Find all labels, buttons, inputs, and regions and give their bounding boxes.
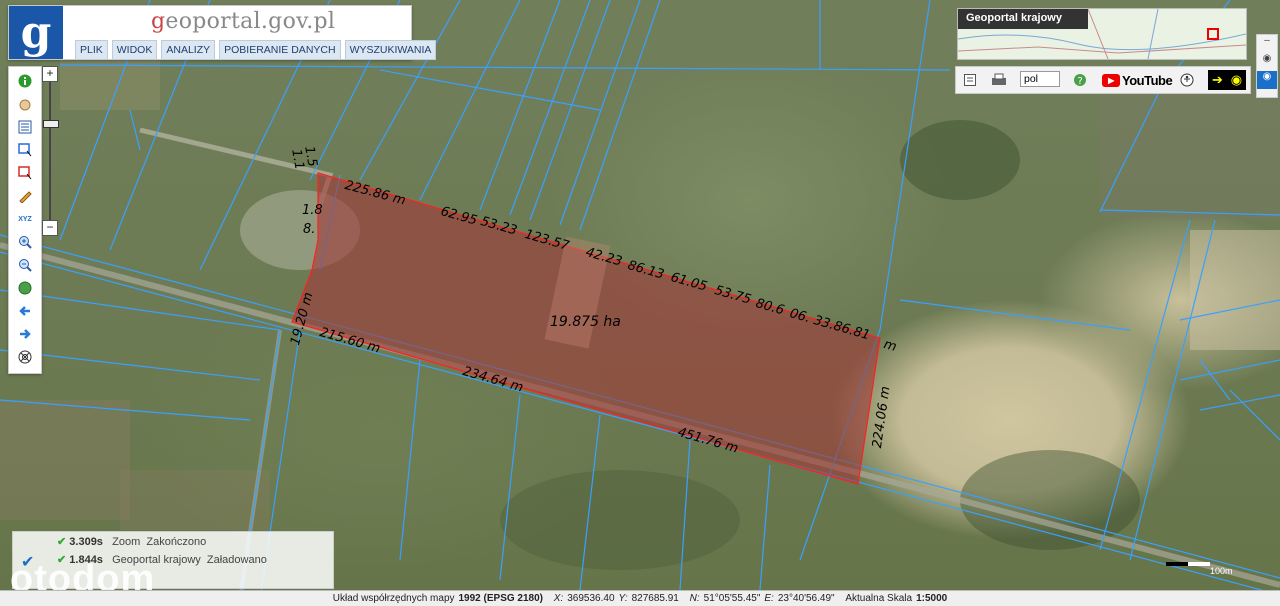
- zoom-minus-button[interactable]: −: [42, 220, 58, 236]
- parcel-area-label: 19.875 ha: [550, 314, 621, 330]
- overview-minimap[interactable]: Geoportal krajowy: [957, 8, 1247, 60]
- crs-prefix: Układ współrzędnych mapy: [332, 593, 455, 604]
- layers-list-icon[interactable]: [16, 118, 34, 136]
- scale-value: 1:5000: [916, 593, 948, 604]
- pencil-icon[interactable]: [16, 187, 34, 205]
- pan-hand-icon[interactable]: [16, 95, 34, 113]
- zoom-out-icon[interactable]: [16, 256, 34, 274]
- print-icon[interactable]: [990, 71, 1008, 89]
- zoom-knob[interactable]: [43, 120, 59, 128]
- minimap-title: Geoportal krajowy: [958, 9, 1088, 29]
- view-eye-icon[interactable]: ◉: [1257, 53, 1277, 71]
- longitude: 23°40'56.49": [777, 593, 835, 604]
- select-area-icon[interactable]: [16, 141, 34, 159]
- zoom-in-icon[interactable]: [16, 233, 34, 251]
- site-title[interactable]: geoportal.gov.pl: [151, 9, 335, 34]
- zoom-plus-button[interactable]: +: [42, 66, 58, 82]
- xyz-coordinates-icon[interactable]: XYZ: [16, 210, 34, 228]
- youtube-play-icon: ▶: [1102, 73, 1120, 87]
- menu-plik[interactable]: PLIK: [75, 40, 108, 60]
- main-menu: PLIK WIDOK ANALIZY POBIERANIE DANYCH WYS…: [75, 40, 437, 60]
- x-coordinate: 369536.40: [567, 593, 615, 604]
- menu-widok[interactable]: WIDOK: [111, 40, 158, 60]
- collapse-icon[interactable]: –: [1257, 35, 1277, 53]
- status-bar: Układ współrzędnych mapy 1992 (EPSG 2180…: [0, 590, 1280, 606]
- scale-segment: [1188, 562, 1210, 566]
- menu-wyszukiwania[interactable]: WYSZUKIWANIA: [344, 40, 437, 60]
- right-side-switcher: – ◉ ◉: [1256, 34, 1278, 98]
- y-coordinate: 827685.91: [631, 593, 679, 604]
- contrast-toggle[interactable]: ➔ ◉: [1208, 70, 1246, 90]
- scale-bar: 100m: [1166, 560, 1236, 578]
- zoom-slider[interactable]: + −: [42, 66, 59, 236]
- active-eye-icon[interactable]: ◉: [1257, 71, 1277, 89]
- language-select[interactable]: pol: [1020, 71, 1060, 87]
- geoportal-logo[interactable]: g: [9, 6, 63, 59]
- legend-icon[interactable]: [962, 71, 978, 89]
- latitude: 51°05'55.45": [703, 593, 761, 604]
- svg-text:?: ?: [1078, 76, 1083, 87]
- help-icon[interactable]: ?: [1072, 71, 1088, 89]
- deselect-area-icon[interactable]: [16, 164, 34, 182]
- accessibility-icon[interactable]: [1178, 71, 1196, 89]
- log-row: ✔ 3.309s Zoom Zakończono: [57, 536, 207, 548]
- forward-arrow-icon[interactable]: [16, 325, 34, 343]
- left-toolbar: XYZ: [8, 66, 42, 374]
- back-arrow-icon[interactable]: [16, 302, 34, 320]
- scale-label: Aktualna Skala: [845, 593, 913, 604]
- scale-segment: [1166, 562, 1188, 566]
- edge-label: 8.: [303, 222, 316, 237]
- crs-value: 1992 (EPSG 2180): [458, 593, 544, 604]
- visibility-eye-icon: ◉: [1230, 72, 1243, 87]
- right-toolbar: pol ? ▶ YouTube ➔ ◉: [955, 66, 1251, 94]
- edge-label: 1.8: [302, 203, 323, 218]
- scale-text: 100m: [1210, 566, 1233, 576]
- zoom-track[interactable]: [49, 82, 51, 220]
- info-icon[interactable]: [16, 72, 34, 90]
- globe-icon[interactable]: [16, 279, 34, 297]
- help-wheel-icon[interactable]: [16, 348, 34, 366]
- youtube-link[interactable]: ▶ YouTube: [1102, 71, 1173, 89]
- header-panel: g geoportal.gov.pl PLIK WIDOK ANALIZY PO…: [8, 5, 437, 60]
- arrow-right-icon: ➔: [1211, 72, 1223, 87]
- menu-analizy[interactable]: ANALIZY: [161, 40, 216, 60]
- menu-pobieranie-danych[interactable]: POBIERANIE DANYCH: [219, 40, 341, 60]
